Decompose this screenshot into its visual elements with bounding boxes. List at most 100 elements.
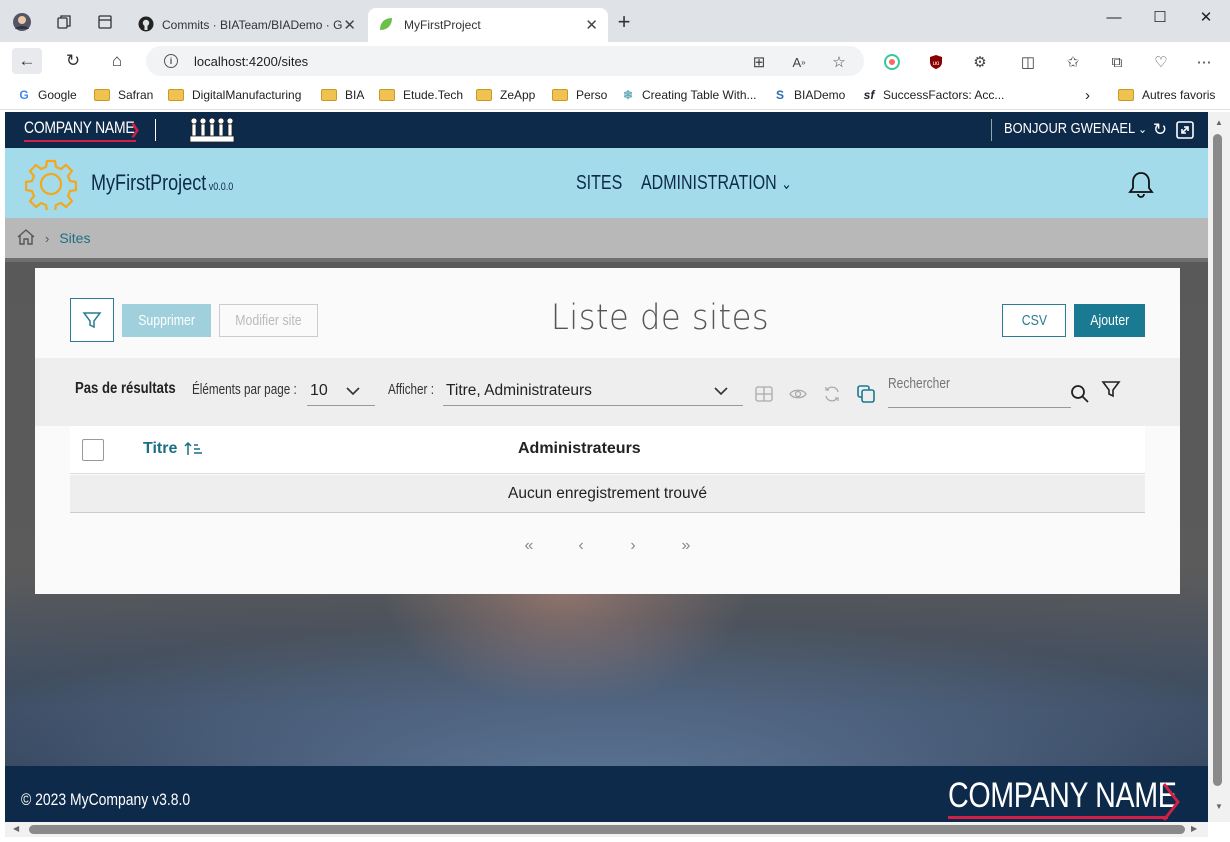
last-page-icon[interactable]: » (674, 534, 698, 558)
tab-myfirstproject[interactable]: MyFirstProject ✕ (368, 8, 608, 42)
footer-company-logo: COMPANY NAME (948, 776, 1177, 815)
first-page-icon[interactable]: « (517, 534, 541, 558)
team-logo (187, 116, 237, 144)
bookmark-safran[interactable]: Safran (94, 86, 153, 104)
search-input[interactable] (888, 375, 1024, 392)
workspaces-icon[interactable] (54, 12, 74, 32)
bookmarks-overflow-icon[interactable]: › (1085, 86, 1090, 104)
results-count: Pas de résultats (75, 380, 176, 397)
top-bar: COMPANY NAME ❯ BONJOUR GWENAEL ⌄ ↻ (5, 112, 1208, 148)
bookmark-successfactors[interactable]: sf SuccessFactors: Acc... (861, 86, 1005, 104)
profile-avatar-icon[interactable] (12, 12, 32, 32)
read-aloud-icon[interactable]: A» (788, 52, 810, 72)
logo-underline (948, 816, 1168, 819)
sync-icon[interactable] (822, 384, 842, 404)
edit-site-button[interactable]: Modifier site (219, 304, 318, 337)
collections-icon[interactable]: ⧉ (1106, 52, 1128, 72)
column-header-administrateurs[interactable]: Administrateurs (518, 440, 641, 458)
close-tab-icon[interactable]: ✕ (585, 16, 598, 34)
extensions-puzzle-icon[interactable]: ⚙ (969, 52, 991, 72)
back-icon[interactable]: ← (12, 48, 42, 74)
divider (991, 119, 992, 141)
filter-toggle-button[interactable] (70, 298, 114, 342)
vertical-scrollbar[interactable]: ▲ ▼ (1208, 112, 1230, 822)
refresh-icon[interactable]: ↻ (1149, 119, 1171, 141)
favorites-icon[interactable]: ✩ (1062, 52, 1084, 72)
sf-icon: sf (863, 88, 875, 102)
refresh-icon[interactable]: ↻ (58, 50, 88, 72)
table-layout-icon[interactable] (754, 384, 774, 404)
scroll-left-icon[interactable]: ◀ (13, 824, 19, 833)
csv-export-button[interactable]: CSV (1002, 304, 1066, 337)
scroll-down-icon[interactable]: ▼ (1215, 802, 1223, 811)
minimize-icon[interactable]: — (1091, 6, 1137, 28)
folder-icon (168, 89, 184, 101)
bookmark-other-favorites[interactable]: Autres favoris (1118, 86, 1215, 104)
tab-commits[interactable]: Commits · BIATeam/BIADemo · G ✕ (128, 8, 366, 42)
per-page-select[interactable]: 10 (307, 376, 375, 406)
breadcrumb-item-sites[interactable]: Sites (59, 230, 90, 246)
leaf-icon (378, 16, 394, 35)
scroll-right-icon[interactable]: ▶ (1191, 824, 1197, 833)
ublock-icon[interactable]: uo (925, 52, 947, 72)
user-menu[interactable]: BONJOUR GWENAEL ⌄ (1004, 120, 1147, 137)
next-page-icon[interactable]: › (621, 534, 645, 558)
menu-item-administration[interactable]: ADMINISTRATION ⌄ (641, 172, 792, 195)
delete-button[interactable]: Supprimer (122, 304, 211, 337)
scrollbar-thumb[interactable] (29, 825, 1185, 834)
main-menu-bar: MyFirstProject v0.0.0 SITES ADMINISTRATIO… (5, 148, 1208, 218)
project-name[interactable]: MyFirstProject v0.0.0 (91, 170, 233, 196)
performance-icon[interactable]: ♡ (1150, 52, 1172, 72)
horizontal-scrollbar[interactable]: ◀ ▶ (5, 822, 1208, 837)
chevron-down-icon: ⌄ (1138, 122, 1147, 136)
breadcrumb: › Sites (5, 218, 1208, 258)
menu-item-sites[interactable]: SITES (576, 172, 622, 195)
svg-text:uo: uo (933, 61, 940, 67)
close-window-icon[interactable]: ✕ (1183, 6, 1229, 28)
folder-icon (94, 89, 110, 101)
close-tab-icon[interactable]: ✕ (343, 16, 356, 34)
tab-title: Commits · BIATeam/BIADemo · G (162, 18, 342, 32)
add-button[interactable]: Ajouter (1074, 304, 1145, 337)
split-screen-icon[interactable]: ◫ (1017, 52, 1039, 72)
columns-select[interactable]: Titre, Administrateurs (443, 376, 743, 406)
bookmark-biademo[interactable]: S BIADemo (772, 86, 845, 104)
duplicate-view-icon[interactable] (856, 384, 876, 404)
app-viewport: COMPANY NAME ❯ BONJOUR GWENAEL ⌄ ↻ MyFir… (5, 112, 1208, 822)
extension-icon[interactable] (881, 52, 903, 72)
divider (155, 119, 156, 141)
maximize-icon[interactable]: ☐ (1137, 6, 1183, 28)
new-tab-icon[interactable]: + (614, 9, 634, 34)
select-all-checkbox[interactable] (82, 439, 104, 461)
bookmark-zeapp[interactable]: ZeApp (476, 86, 535, 104)
more-menu-icon[interactable]: ⋯ (1193, 52, 1215, 72)
apps-icon[interactable]: ⊞ (748, 52, 770, 72)
search-icon[interactable] (1070, 384, 1090, 404)
project-version: v0.0.0 (208, 181, 234, 193)
view-eye-icon[interactable] (788, 384, 808, 404)
per-page-label: Éléments par page : (192, 381, 297, 398)
column-filter-icon[interactable] (1101, 379, 1121, 399)
search-field[interactable] (888, 372, 1071, 408)
tab-actions-icon[interactable] (95, 12, 115, 32)
bookmark-etude-tech[interactable]: Etude.Tech (379, 86, 463, 104)
company-logo[interactable]: COMPANY NAME (24, 118, 135, 138)
site-info-icon[interactable]: i (164, 54, 178, 68)
s-icon: S (775, 88, 784, 102)
scrollbar-thumb[interactable] (1213, 134, 1222, 786)
column-header-titre[interactable]: Titre (143, 440, 204, 458)
sort-ascending-icon (184, 441, 203, 455)
scroll-up-icon[interactable]: ▲ (1215, 118, 1223, 127)
favorite-star-icon[interactable]: ☆ (828, 52, 850, 72)
previous-page-icon[interactable]: ‹ (569, 534, 593, 558)
tab-title: MyFirstProject (404, 18, 481, 32)
bookmark-digitalmanufacturing[interactable]: DigitalManufacturing (168, 86, 301, 104)
home-icon[interactable]: ⌂ (102, 50, 132, 72)
fullscreen-icon[interactable] (1174, 119, 1196, 141)
home-icon[interactable] (17, 228, 35, 248)
bookmark-creating-table[interactable]: ❄ Creating Table With... (620, 86, 757, 104)
bookmark-bia[interactable]: BIA (321, 86, 364, 104)
bookmark-perso[interactable]: Perso (552, 86, 607, 104)
notification-bell-icon[interactable] (1127, 170, 1155, 198)
bookmark-google[interactable]: G Google (16, 86, 76, 104)
